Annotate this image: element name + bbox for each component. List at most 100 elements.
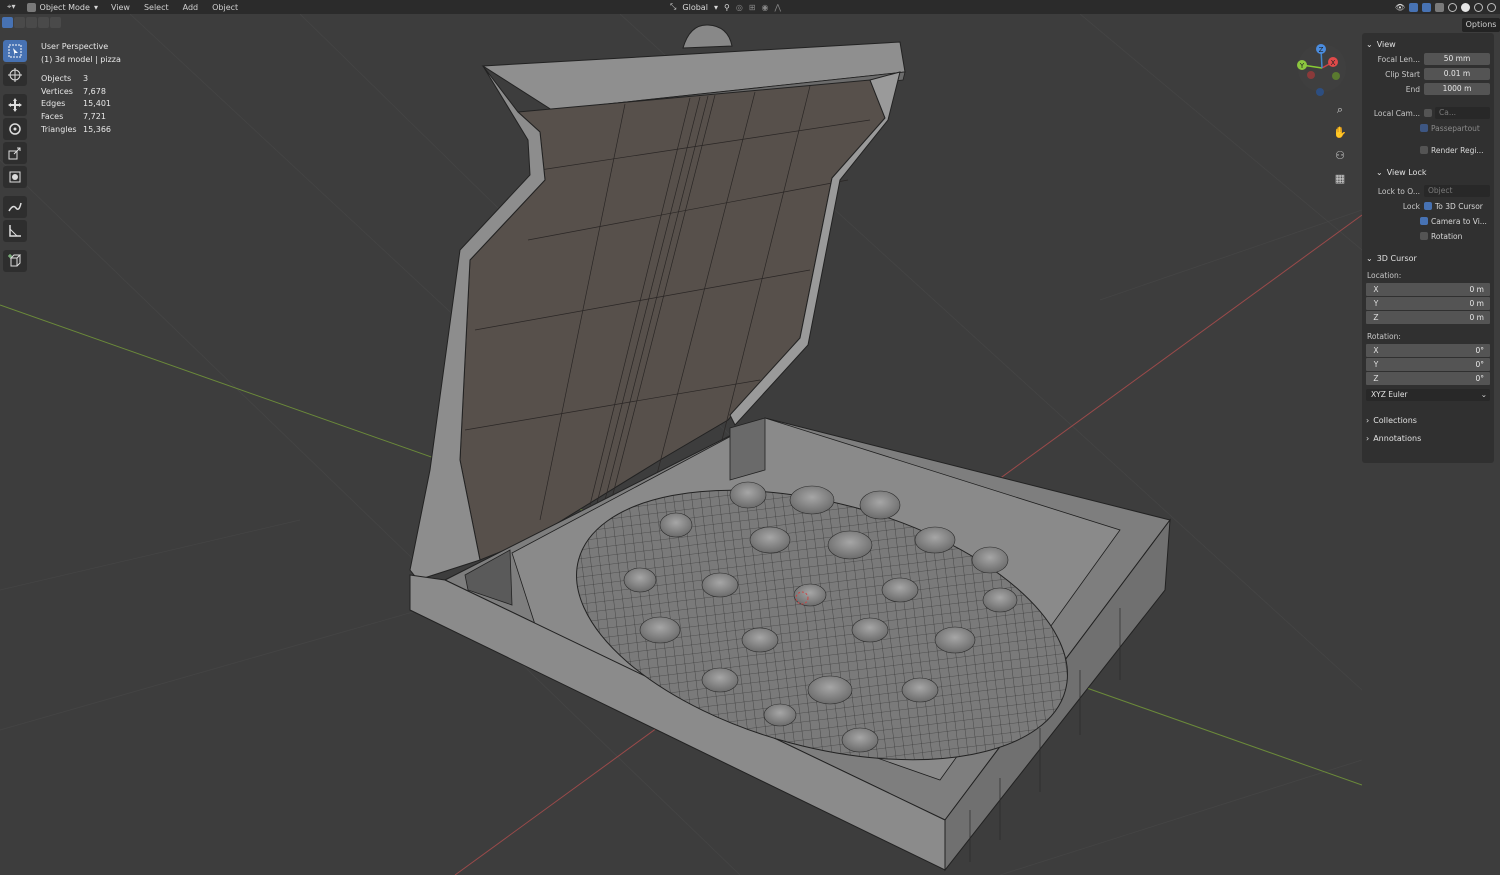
clip-start-row: Clip Start 0.01 m <box>1366 67 1490 81</box>
cursor-tool-icon[interactable] <box>3 64 27 86</box>
render-region-row: Render Regi... <box>1366 143 1490 157</box>
passepartout-row: Passepartout <box>1366 121 1490 135</box>
annotations-title: Annotations <box>1373 434 1422 443</box>
move-tool-icon[interactable] <box>3 94 27 116</box>
collections-header[interactable]: › Collections <box>1366 413 1490 428</box>
pivot-point-icon[interactable]: ⚲ <box>724 3 730 12</box>
viewport-info: User Perspective (1) 3d model | pizza Ob… <box>41 41 121 136</box>
rotation-label: Rotation: <box>1367 332 1401 341</box>
scale-tool-icon[interactable] <box>3 142 27 164</box>
menu-view[interactable]: View <box>104 3 137 12</box>
chevron-down-icon: ▾ <box>93 2 98 12</box>
annotate-tool-icon[interactable] <box>3 196 27 218</box>
view-lock-header[interactable]: ⌄ View Lock <box>1366 165 1490 180</box>
pan-hand-icon[interactable]: ✋ <box>1330 123 1350 142</box>
clip-end-label: End <box>1405 84 1420 94</box>
menu-add[interactable]: Add <box>176 3 206 12</box>
overlay-toggle-icon[interactable] <box>1422 2 1431 12</box>
local-camera-label: Local Cam... <box>1373 108 1420 118</box>
shading-solid-icon[interactable] <box>1461 2 1470 12</box>
stat-value: 3 <box>83 74 89 84</box>
clip-end-row: End 1000 m <box>1366 82 1490 96</box>
gizmo-x-label: X <box>1331 59 1336 67</box>
snap-icon[interactable]: ◎ <box>736 3 743 12</box>
rotation-mode-dropdown[interactable]: XYZ Euler ⌄ <box>1366 389 1490 401</box>
lock-rotation-label: Rotation <box>1431 231 1463 241</box>
transform-tool-icon[interactable] <box>3 166 27 188</box>
add-cube-tool-icon[interactable] <box>3 250 27 272</box>
proportional-edit-icon[interactable]: ◉ <box>762 3 769 12</box>
location-label: Location: <box>1367 271 1402 280</box>
location-x-field[interactable]: X0 m <box>1366 283 1490 296</box>
perspective-toggle-icon[interactable]: ▦ <box>1330 169 1350 188</box>
stat-label: Edges <box>41 99 66 109</box>
camera-to-view-label: Camera to Vi... <box>1431 216 1487 226</box>
chevron-right-icon: › <box>1366 434 1370 443</box>
menu-object[interactable]: Object <box>205 3 245 12</box>
lock-rotation-checkbox[interactable] <box>1420 232 1428 240</box>
stat-label: Faces <box>41 111 64 121</box>
rotation-x-field[interactable]: X 0° <box>1366 344 1490 357</box>
mode-dropdown[interactable]: Object Mode ▾ <box>23 2 104 12</box>
tool-shelf <box>3 40 29 272</box>
scene-stats: Objects 3 Vertices 7,678 Edges 15,401 Fa… <box>41 73 121 136</box>
editor-type-icon[interactable]: ⌖▾ <box>0 2 23 12</box>
3d-cursor-header[interactable]: ⌄ 3D Cursor <box>1366 251 1490 266</box>
shading-rendered-icon[interactable] <box>1487 2 1496 12</box>
select-box-tool-icon[interactable] <box>3 40 27 62</box>
camera-to-view-checkbox[interactable] <box>1420 217 1428 225</box>
stat-label: Objects <box>41 74 72 84</box>
chevron-down-icon: ⌄ <box>1366 254 1373 263</box>
sidebar-panel: ⌄ View Focal Len... 50 mm Clip Start 0.0… <box>1362 33 1494 463</box>
visibility-icon[interactable]: 👁 <box>1395 3 1405 12</box>
rotate-tool-icon[interactable] <box>3 118 27 140</box>
stat-label: Vertices <box>41 86 73 96</box>
passepartout-checkbox[interactable] <box>1420 124 1428 132</box>
stat-value: 15,366 <box>83 124 111 134</box>
local-camera-field[interactable]: Ca... <box>1435 107 1490 119</box>
view-section-header[interactable]: ⌄ View <box>1366 37 1490 52</box>
navigation-gizmo[interactable]: X Y Z <box>1292 40 1352 100</box>
stat-label: Triangles <box>41 124 77 134</box>
clip-end-field[interactable]: 1000 m <box>1424 83 1490 95</box>
clip-start-label: Clip Start <box>1385 69 1420 79</box>
header-bar: ⌖▾ Object Mode ▾ View Select Add Object … <box>0 0 1500 14</box>
to-3d-cursor-checkbox[interactable] <box>1424 202 1432 210</box>
object-mode-icon <box>26 2 36 12</box>
collections-title: Collections <box>1373 416 1417 425</box>
zoom-icon[interactable]: ⌕ <box>1330 100 1350 119</box>
xray-icon[interactable] <box>1435 2 1444 12</box>
rotation-z-field[interactable]: Z 0° <box>1366 372 1490 385</box>
lock-to-object-label: Lock to O... <box>1377 186 1420 196</box>
camera-view-icon[interactable]: ⚇ <box>1330 146 1350 165</box>
stat-value: 7,678 <box>83 86 106 96</box>
lock-to-object-row: Lock to O... Object <box>1366 184 1490 198</box>
options-button[interactable]: Options <box>1462 18 1500 32</box>
viewport-3d[interactable] <box>0 14 1362 875</box>
render-region-checkbox[interactable] <box>1420 146 1428 154</box>
measure-tool-icon[interactable] <box>3 220 27 242</box>
local-camera-checkbox[interactable] <box>1424 109 1432 117</box>
camera-to-view-row: Camera to Vi... <box>1366 214 1490 228</box>
lock-to-object-field[interactable]: Object <box>1424 185 1490 197</box>
gizmo-toggle-icon[interactable] <box>1409 2 1418 12</box>
gizmo-y-label: Y <box>1299 62 1305 70</box>
transform-orientation-dropdown[interactable]: Global <box>682 3 708 12</box>
rotation-y-field[interactable]: Y 0° <box>1366 358 1490 371</box>
location-y-field[interactable]: Y0 m <box>1366 297 1490 310</box>
chevron-right-icon: › <box>1366 416 1370 425</box>
annotations-header[interactable]: › Annotations <box>1366 431 1490 446</box>
clip-start-field[interactable]: 0.01 m <box>1424 68 1490 80</box>
location-z-field[interactable]: Z0 m <box>1366 311 1490 324</box>
menu-select[interactable]: Select <box>137 3 176 12</box>
view-section: ⌄ View Focal Len... 50 mm Clip Start 0.0… <box>1366 37 1490 157</box>
shading-material-icon[interactable] <box>1474 2 1483 12</box>
focal-length-field[interactable]: 50 mm <box>1424 53 1490 65</box>
shading-wireframe-icon[interactable] <box>1448 2 1457 12</box>
falloff-icon[interactable]: ⋀ <box>774 3 781 12</box>
stat-value: 7,721 <box>83 111 106 121</box>
view-lock-title: View Lock <box>1386 168 1427 177</box>
snap-target-icon[interactable]: ⊞ <box>749 3 756 12</box>
chevron-down-icon: ⌄ <box>1366 40 1373 49</box>
lock-label: Lock <box>1402 201 1420 211</box>
